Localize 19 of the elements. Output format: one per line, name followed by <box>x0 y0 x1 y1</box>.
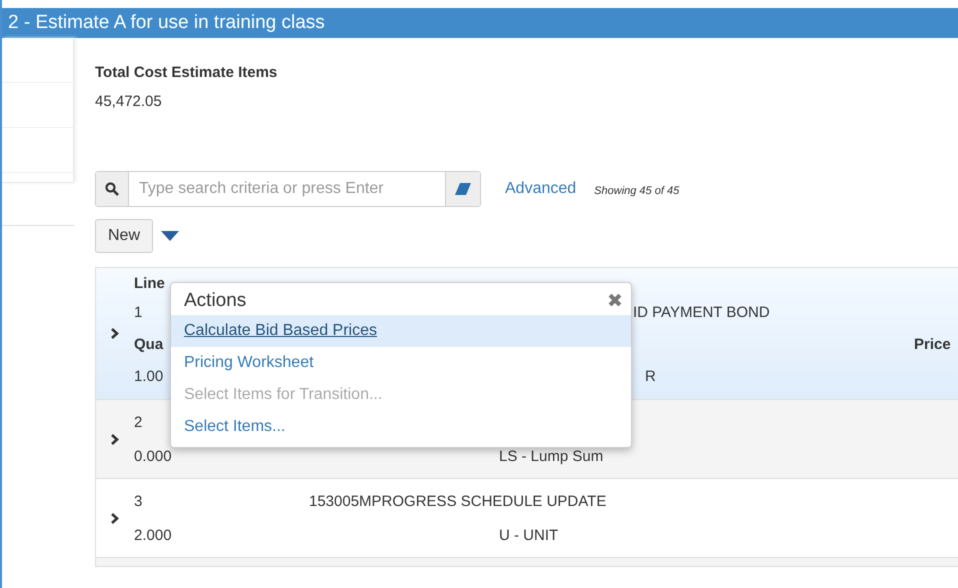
table-cell: LS - Lump Sum <box>499 448 604 464</box>
table-cell: ID PAYMENT BOND <box>633 304 770 321</box>
table-cell: U - UNIT <box>499 526 558 544</box>
table-cell: 2.000 <box>134 526 172 544</box>
summary-value: 45,472.05 <box>95 93 163 110</box>
result-count: Showing 45 of 45 <box>594 185 680 197</box>
table-cell: 153005MPROGRESS SCHEDULE UPDATE <box>309 492 606 510</box>
table-cell: 2 <box>134 414 142 430</box>
table-cell: 1 <box>134 304 142 321</box>
summary-label: Total Cost Estimate Items <box>95 64 278 81</box>
menu-title: Actions <box>184 290 246 312</box>
window-title: 2 - Estimate A for use in training class <box>8 12 325 34</box>
table-cell: 0.000 <box>134 448 172 464</box>
table-cell: 1.00 <box>134 368 164 385</box>
table-cell: 3 <box>134 492 142 510</box>
column-label: Line <box>134 274 165 292</box>
column-label: Price <box>914 336 951 353</box>
column-label: Qua <box>134 336 164 353</box>
table-cell: R <box>645 368 656 385</box>
